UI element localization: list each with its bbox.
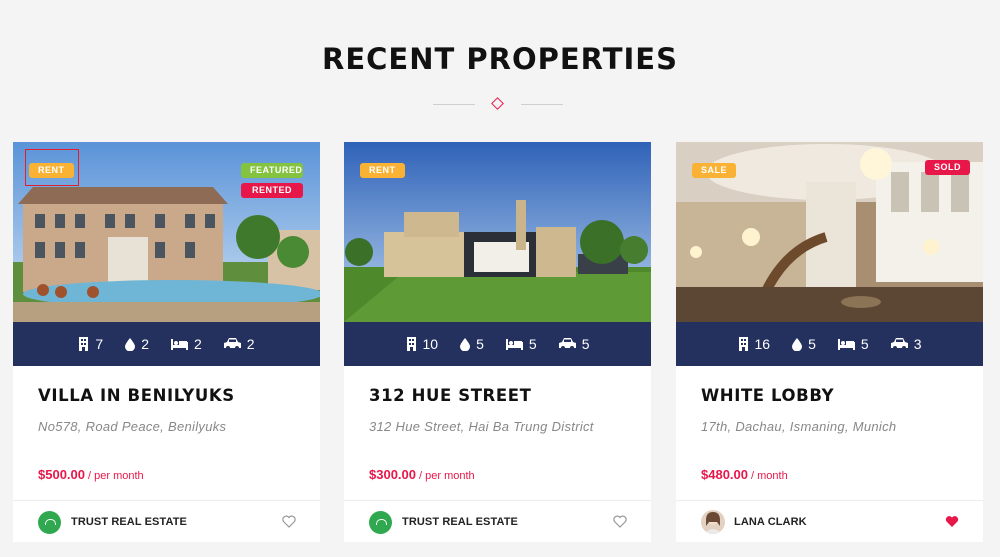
stats-bar: 16 5 5 3 <box>676 322 983 366</box>
price-amount: $500.00 <box>38 467 85 482</box>
beds-count: 2 <box>194 336 202 352</box>
card-footer: LANA CLARK <box>676 500 983 542</box>
rooms-count: 10 <box>422 336 439 352</box>
agency-logo[interactable] <box>369 511 392 534</box>
badge-rent: RENT <box>360 163 405 178</box>
stats-bar: 10 5 5 5 <box>344 322 651 366</box>
property-photo[interactable]: RENT <box>344 142 651 322</box>
property-price: $300.00/ per month <box>369 467 475 482</box>
property-title[interactable]: 312 HUE STREET <box>369 386 531 405</box>
highlight-box <box>25 149 79 186</box>
property-price: $500.00/ per month <box>38 467 144 482</box>
price-amount: $480.00 <box>701 467 748 482</box>
building-icon <box>406 337 416 351</box>
drop-icon <box>460 337 471 351</box>
property-card[interactable]: RENT 10 5 5 5 312 HUE STREET 312 Hue Str… <box>344 142 651 542</box>
property-card[interactable]: RENT FEATURED RENTED 7 2 2 2 VILLA IN BE… <box>13 142 320 542</box>
stats-bar: 7 2 2 2 <box>13 322 320 366</box>
property-title[interactable]: WHITE LOBBY <box>701 386 834 405</box>
baths-count: 2 <box>141 336 149 352</box>
property-title[interactable]: VILLA IN BENILYUKS <box>38 386 235 405</box>
beds-count: 5 <box>860 336 869 352</box>
building-icon <box>79 337 89 351</box>
car-icon <box>223 338 241 350</box>
drop-icon <box>792 337 803 351</box>
price-unit: / month <box>751 470 788 482</box>
card-footer: TRUST REAL ESTATE <box>344 500 651 542</box>
car-icon <box>890 338 908 350</box>
property-photo[interactable]: SALE SOLD <box>676 142 983 322</box>
avatar[interactable] <box>701 510 725 534</box>
agency-logo[interactable] <box>38 511 61 534</box>
badge-rented: RENTED <box>241 183 303 198</box>
property-address: No578, Road Peace, Benilyuks <box>38 419 227 434</box>
heart-filled-icon[interactable] <box>945 515 959 528</box>
garages-count: 5 <box>581 336 590 352</box>
property-price: $480.00/ month <box>701 467 788 482</box>
bed-icon <box>505 338 523 350</box>
property-address: 312 Hue Street, Hai Ba Trung District <box>369 419 594 434</box>
agent-name[interactable]: TRUST REAL ESTATE <box>71 516 187 528</box>
property-card[interactable]: SALE SOLD 16 5 5 3 WHITE LOBBY 17th, Dac… <box>676 142 983 542</box>
agent-name[interactable]: LANA CLARK <box>734 516 807 528</box>
price-unit: / per month <box>419 470 475 482</box>
badge-sale: SALE <box>692 163 737 178</box>
building-icon <box>738 337 748 351</box>
property-photo[interactable]: RENT FEATURED RENTED <box>13 142 320 322</box>
diamond-icon <box>491 97 504 110</box>
baths-count: 5 <box>808 336 816 352</box>
heart-outline-icon[interactable] <box>613 515 627 528</box>
card-footer: TRUST REAL ESTATE <box>13 500 320 542</box>
badge-featured: FEATURED <box>241 163 303 178</box>
property-address: 17th, Dachau, Ismaning, Munich <box>701 419 897 434</box>
baths-count: 5 <box>476 336 484 352</box>
drop-icon <box>125 337 136 351</box>
title-divider <box>433 97 563 111</box>
price-unit: / per month <box>88 470 144 482</box>
garages-count: 3 <box>913 336 922 352</box>
badge-sold: SOLD <box>924 160 970 175</box>
agent-name[interactable]: TRUST REAL ESTATE <box>402 516 518 528</box>
rooms-count: 7 <box>95 336 104 352</box>
car-icon <box>558 338 576 350</box>
garages-count: 2 <box>246 336 255 352</box>
beds-count: 5 <box>528 336 537 352</box>
bed-icon <box>171 338 188 350</box>
rooms-count: 16 <box>754 336 771 352</box>
heart-outline-icon[interactable] <box>282 515 296 528</box>
section-title: RECENT PROPERTIES <box>322 42 678 76</box>
price-amount: $300.00 <box>369 467 416 482</box>
bed-icon <box>837 338 855 350</box>
